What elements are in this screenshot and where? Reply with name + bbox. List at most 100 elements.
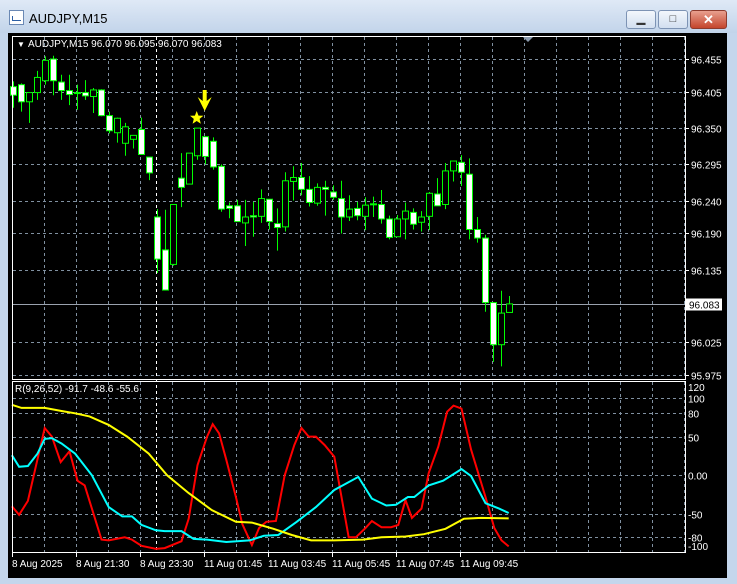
time-label: 11 Aug 01:45 bbox=[204, 559, 263, 570]
candle-body bbox=[42, 59, 49, 82]
candle-body bbox=[346, 208, 353, 218]
time-label: 8 Aug 23:30 bbox=[140, 559, 194, 570]
candle-body bbox=[106, 115, 113, 132]
indicator-scale-label: -100 bbox=[688, 542, 708, 553]
candle-body bbox=[82, 92, 89, 97]
indicator-scale-label: 50 bbox=[688, 434, 700, 445]
candle-body bbox=[434, 193, 441, 207]
chart-canvas[interactable]: 96.455 96.405 96.350 96.295 96.240 96.190 96.1… bbox=[0, 0, 737, 584]
candle-body bbox=[226, 205, 233, 209]
price-label: 95.975 bbox=[691, 372, 722, 383]
candle-body bbox=[154, 216, 161, 260]
collapse-arrow-icon[interactable]: ▼ bbox=[17, 40, 25, 49]
candle-body bbox=[378, 203, 385, 220]
indicator-line-fast bbox=[11, 404, 510, 550]
candle-body bbox=[234, 205, 241, 223]
time-label: 8 Aug 21:30 bbox=[76, 559, 130, 570]
time-label: 11 Aug 03:45 bbox=[268, 559, 327, 570]
grid bbox=[13, 37, 685, 552]
candle-body bbox=[170, 203, 177, 265]
indicator-scale-label: 80 bbox=[688, 410, 700, 421]
candle-body bbox=[74, 92, 81, 95]
candle-body bbox=[490, 302, 497, 346]
candle-body bbox=[402, 210, 409, 220]
candle-body bbox=[50, 58, 57, 82]
candle-body bbox=[90, 89, 97, 98]
sell-arrow-icon bbox=[197, 90, 212, 111]
candle-body bbox=[250, 215, 257, 218]
candle-body bbox=[386, 218, 393, 238]
candle-body bbox=[306, 188, 313, 204]
candle-body bbox=[442, 170, 449, 205]
candle-body bbox=[450, 160, 457, 172]
candle-body bbox=[322, 186, 329, 190]
price-label: 96.240 bbox=[691, 198, 722, 209]
indicator-scale-label: 0.00 bbox=[688, 472, 708, 483]
time-label: 11 Aug 07:45 bbox=[396, 559, 455, 570]
candle-body bbox=[210, 140, 217, 168]
candle-body bbox=[466, 173, 473, 230]
candle-body bbox=[218, 165, 225, 210]
indicator-panel-frame bbox=[12, 381, 686, 553]
candle-body bbox=[290, 176, 297, 182]
candle-body bbox=[258, 198, 265, 217]
candle-body bbox=[10, 86, 17, 96]
candle-body bbox=[458, 161, 465, 173]
candle-body bbox=[282, 180, 289, 228]
candle-body bbox=[354, 207, 361, 217]
candle-body bbox=[18, 84, 25, 103]
time-label: 11 Aug 05:45 bbox=[332, 559, 391, 570]
candles bbox=[10, 55, 513, 367]
candle-body bbox=[242, 216, 249, 224]
candle-body bbox=[66, 90, 73, 96]
candle-body bbox=[394, 218, 401, 238]
current-price-label: 96.083 bbox=[689, 301, 720, 312]
candle-body bbox=[202, 136, 209, 157]
candle-body bbox=[26, 92, 33, 103]
candle-body bbox=[146, 156, 153, 174]
indicator-scale-label: 100 bbox=[688, 395, 705, 406]
candle-body bbox=[122, 126, 129, 144]
candle-body bbox=[314, 186, 321, 204]
candle-body bbox=[338, 198, 345, 218]
candle-body bbox=[498, 312, 505, 346]
candle-body bbox=[178, 177, 185, 188]
time-label: 8 Aug 2025 bbox=[12, 559, 63, 570]
candle-body bbox=[298, 176, 305, 190]
candle-body bbox=[34, 76, 41, 94]
candle-body bbox=[98, 89, 105, 117]
candle-body bbox=[58, 81, 65, 92]
candle-body bbox=[162, 249, 169, 291]
indicator-lines bbox=[11, 403, 510, 550]
price-label: 96.295 bbox=[691, 161, 722, 172]
candle-body bbox=[426, 192, 433, 217]
candle-body bbox=[194, 127, 201, 157]
indicator-line-slow bbox=[11, 403, 509, 542]
price-label: 96.190 bbox=[691, 230, 722, 241]
indicator-scale-label: 120 bbox=[688, 383, 705, 394]
price-label: 96.350 bbox=[691, 125, 722, 136]
candle-body bbox=[274, 223, 281, 229]
candle-body bbox=[418, 216, 425, 223]
time-label: 11 Aug 09:45 bbox=[460, 559, 519, 570]
price-label: 96.455 bbox=[691, 56, 722, 67]
candle-body bbox=[482, 237, 489, 304]
price-label: 96.025 bbox=[691, 339, 722, 350]
candle-body bbox=[370, 203, 377, 206]
candle-body bbox=[114, 117, 121, 134]
indicator-scale-label: -50 bbox=[688, 511, 703, 522]
candle-body bbox=[506, 303, 513, 313]
candle-body bbox=[266, 198, 273, 223]
candle-body bbox=[474, 228, 481, 239]
candle-body bbox=[130, 134, 137, 140]
chart-header: AUDJPY,M15 96.070 96.095 96.070 96.083 bbox=[28, 39, 222, 50]
candle-body bbox=[138, 128, 145, 155]
indicator-label: R(9,26,52) -91.7 -48.6 -55.6 bbox=[15, 384, 139, 395]
candle-body bbox=[186, 152, 193, 185]
candle-body bbox=[410, 211, 417, 225]
price-label: 96.405 bbox=[691, 89, 722, 100]
candle-body bbox=[362, 204, 369, 217]
candle-body bbox=[330, 191, 337, 198]
signal-star-icon bbox=[190, 111, 204, 124]
price-label: 96.135 bbox=[691, 267, 722, 278]
